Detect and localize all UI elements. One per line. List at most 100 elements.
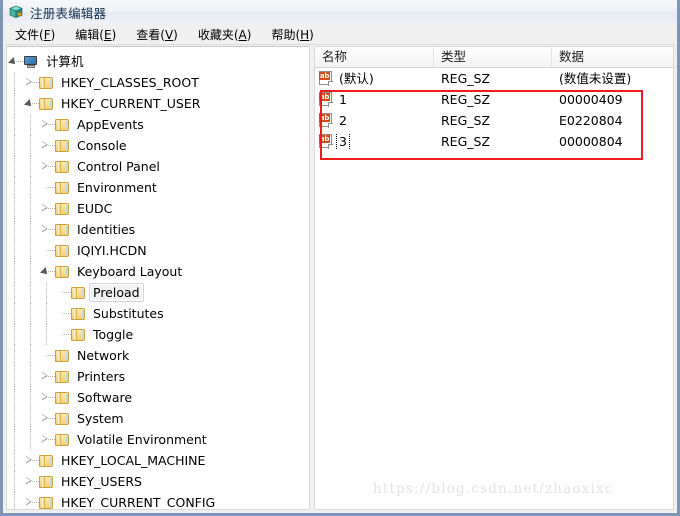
folder-icon	[55, 244, 70, 258]
chevron-right-icon[interactable]	[42, 141, 48, 149]
tree-expand-arrow-icon[interactable]	[39, 219, 55, 240]
menu-view[interactable]: 查看(V)	[127, 24, 187, 45]
list-body: ab (默认) REG_SZ (数值未设置) ab 1 REG_SZ 00000409 ab 2 R…	[315, 68, 673, 152]
tree-expand-arrow-icon[interactable]	[39, 366, 55, 387]
tree-item-printers[interactable]: Printers	[7, 366, 309, 387]
menu-bar: 文件(F) 编辑(E) 查看(V) 收藏夹(A) 帮助(H)	[6, 24, 674, 45]
menu-view-accel: V	[164, 27, 174, 42]
tree-expand-arrow-icon[interactable]	[23, 450, 39, 471]
table-row[interactable]: ab 3 REG_SZ 00000804	[315, 131, 673, 152]
tree-item-eudc[interactable]: EUDC	[7, 198, 309, 219]
tree-item-control-panel[interactable]: Control Panel	[7, 156, 309, 177]
tree-indent-guide	[23, 156, 39, 177]
chevron-down-icon[interactable]	[8, 57, 18, 67]
tree-expand-arrow-icon[interactable]	[39, 429, 55, 450]
tree-guide-line	[30, 282, 31, 303]
tree-collapse-arrow-icon[interactable]	[7, 51, 23, 72]
tree-indent-guide	[23, 366, 39, 387]
tree-expand-arrow-icon[interactable]	[39, 387, 55, 408]
value-name-cell: ab 1	[315, 91, 434, 108]
tree-item-software[interactable]: Software	[7, 387, 309, 408]
chevron-down-icon[interactable]	[24, 99, 34, 109]
tree-expand-arrow-icon[interactable]	[39, 198, 55, 219]
chevron-right-icon[interactable]	[42, 162, 48, 170]
tree-item-hkey-local-machine[interactable]: HKEY_LOCAL_MACHINE	[7, 450, 309, 471]
tree-item-system[interactable]: System	[7, 408, 309, 429]
tree-item-label: HKEY_USERS	[61, 474, 142, 489]
tree-indent-guide	[23, 282, 39, 303]
value-name-label: (默认)	[339, 71, 374, 86]
tree-item-label: HKEY_CURRENT_CONFIG	[61, 495, 216, 510]
tree-guide-line	[14, 366, 15, 387]
tree-item-identities[interactable]: Identities	[7, 219, 309, 240]
value-name-label: 2	[339, 113, 347, 128]
folder-icon	[55, 370, 70, 384]
tree-indent-guide	[7, 408, 23, 429]
tree-expand-arrow-icon[interactable]	[39, 156, 55, 177]
tree-item-keyboard-layout[interactable]: Keyboard Layout	[7, 261, 309, 282]
tree-item-label: Keyboard Layout	[77, 264, 183, 279]
tree-item-console[interactable]: Console	[7, 135, 309, 156]
tree-guide-line	[30, 240, 31, 261]
tree-item-substitutes[interactable]: Substitutes	[7, 303, 309, 324]
folder-icon	[55, 412, 70, 426]
tree-collapse-arrow-icon[interactable]	[39, 261, 55, 282]
tree-expand-arrow-icon[interactable]	[39, 408, 55, 429]
tree-expand-arrow-icon[interactable]	[39, 135, 55, 156]
chevron-right-icon[interactable]	[42, 372, 48, 380]
column-header-type[interactable]: 类型	[434, 47, 552, 67]
tree-item-label: Control Panel	[77, 159, 160, 174]
tree-expand-arrow-icon[interactable]	[23, 471, 39, 492]
value-type-cell: REG_SZ	[441, 134, 491, 149]
tree-indent-guide	[23, 387, 39, 408]
tree-item-hkey-current-user[interactable]: HKEY_CURRENT_USER	[7, 93, 309, 114]
tree-item-hkey-classes-root[interactable]: HKEY_CLASSES_ROOT	[7, 72, 309, 93]
tree-item-preload[interactable]: Preload	[7, 282, 309, 303]
tree-item-hkey-current-config[interactable]: HKEY_CURRENT_CONFIG	[7, 492, 309, 510]
chevron-right-icon[interactable]	[42, 435, 48, 443]
chevron-right-icon[interactable]	[26, 498, 32, 506]
tree-guide-line	[46, 250, 55, 251]
tree-item-[interactable]: 计算机	[7, 51, 309, 72]
tree-item-volatile-environment[interactable]: Volatile Environment	[7, 429, 309, 450]
tree-expand-arrow-icon[interactable]	[23, 492, 39, 509]
chevron-right-icon[interactable]	[26, 456, 32, 464]
tree-expand-arrow-icon[interactable]	[23, 72, 39, 93]
tree-item-toggle[interactable]: Toggle	[7, 324, 309, 345]
value-list-pane[interactable]: 名称 类型 数据 ab (默认) REG_SZ (数值未设置) ab 1 REG_SZ 000…	[315, 46, 674, 510]
table-row[interactable]: ab (默认) REG_SZ (数值未设置)	[315, 68, 673, 89]
tree-item-iqiyi-hcdn[interactable]: IQIYI.HCDN	[7, 240, 309, 261]
value-type-cell: REG_SZ	[441, 71, 491, 86]
tree-indent-guide	[7, 114, 23, 135]
column-header-data[interactable]: 数据	[552, 47, 673, 67]
registry-tree-pane[interactable]: 计算机 HKEY_CLASSES_ROOT HKEY_CURRENT_USER App…	[6, 46, 309, 510]
column-header-name[interactable]: 名称	[315, 47, 434, 67]
chevron-right-icon[interactable]	[42, 204, 48, 212]
chevron-right-icon[interactable]	[26, 78, 32, 86]
tree-guide-line	[30, 387, 31, 408]
tree-item-environment[interactable]: Environment	[7, 177, 309, 198]
tree-item-appevents[interactable]: AppEvents	[7, 114, 309, 135]
table-row[interactable]: ab 1 REG_SZ 00000409	[315, 89, 673, 110]
tree-guide-line	[62, 292, 71, 293]
tree-item-network[interactable]: Network	[7, 345, 309, 366]
chevron-right-icon[interactable]	[26, 477, 32, 485]
tree-expand-arrow-icon[interactable]	[39, 114, 55, 135]
chevron-down-icon[interactable]	[40, 267, 50, 277]
folder-icon	[39, 496, 54, 510]
tree-guide-line	[14, 282, 15, 303]
chevron-right-icon[interactable]	[42, 393, 48, 401]
menu-favorites[interactable]: 收藏夹(A)	[189, 24, 261, 45]
tree-indent-guide	[39, 282, 55, 303]
menu-file[interactable]: 文件(F)	[6, 24, 64, 45]
chevron-right-icon[interactable]	[42, 120, 48, 128]
string-value-icon: ab	[319, 113, 333, 128]
chevron-right-icon[interactable]	[42, 225, 48, 233]
menu-help[interactable]: 帮助(H)	[262, 24, 322, 45]
menu-edit[interactable]: 编辑(E)	[66, 24, 125, 45]
chevron-right-icon[interactable]	[42, 414, 48, 422]
table-row[interactable]: ab 2 REG_SZ E0220804	[315, 110, 673, 131]
tree-collapse-arrow-icon[interactable]	[23, 93, 39, 114]
tree-item-hkey-users[interactable]: HKEY_USERS	[7, 471, 309, 492]
tree-guide-line	[30, 429, 31, 450]
